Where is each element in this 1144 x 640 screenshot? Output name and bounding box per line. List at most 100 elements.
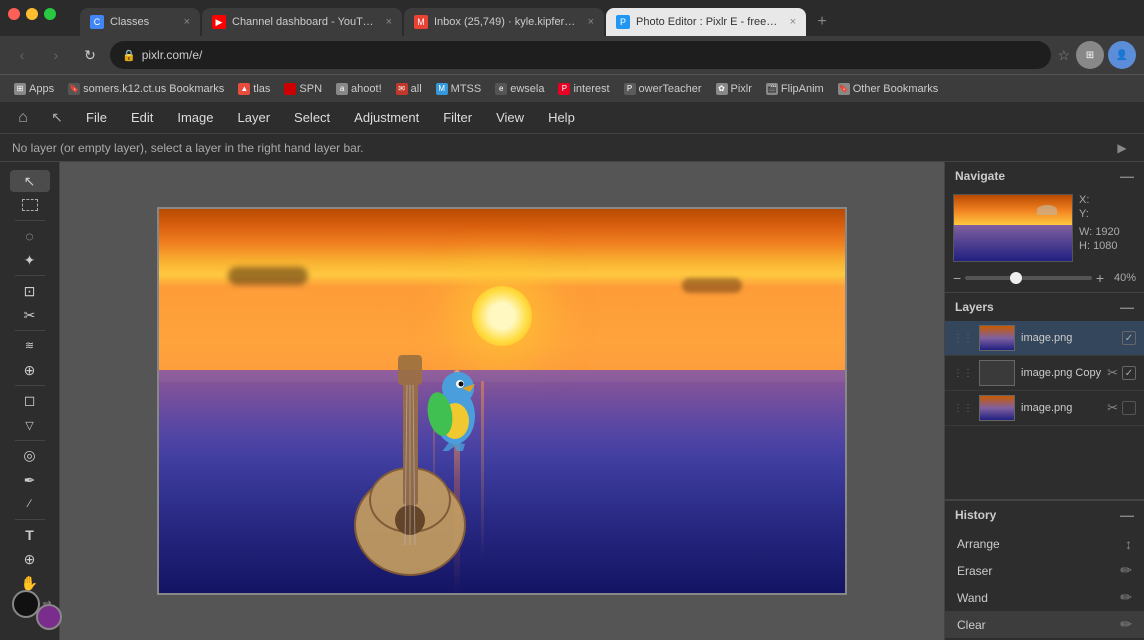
layer-visible-2[interactable]: ✓ [1122,366,1136,380]
move-icon: ↖ [24,173,36,190]
profile-button[interactable]: 👤 [1108,41,1136,69]
dodge-tool[interactable]: ◎ [10,445,50,467]
layer-visible-1[interactable]: ✓ [1122,331,1136,345]
menu-view[interactable]: View [486,106,534,129]
tab-pixlr[interactable]: P Photo Editor : Pixlr E - free ima... × [606,8,806,36]
bookmark-star-icon[interactable]: ☆ [1057,47,1070,64]
menu-help[interactable]: Help [538,106,585,129]
zoom-plus-button[interactable]: + [1096,270,1104,286]
bookmark-favicon-tlas: ▲ [238,83,250,95]
paint-bucket-tool[interactable]: ▽ [10,414,50,436]
bookmark-pixlr[interactable]: ✿ Pixlr [710,81,758,97]
bookmark-favicon-all: ✉ [396,83,408,95]
bookmark-interest[interactable]: P interest [552,81,615,97]
menu-layer[interactable]: Layer [228,106,281,129]
zoom-minus-button[interactable]: − [953,270,961,286]
history-collapse-button[interactable]: — [1120,507,1134,523]
bookmark-favicon-other: 🔖 [838,83,850,95]
history-item-clear[interactable]: Clear ✏ [945,611,1144,638]
reload-button[interactable]: ↻ [76,41,104,69]
tab-close-pixlr[interactable]: × [790,16,796,28]
move-tool[interactable]: ↖ [10,170,50,192]
bookmark-label-powerteacher: owerTeacher [639,83,702,95]
bookmark-ewsela[interactable]: e ewsela [489,81,550,97]
new-tab-button[interactable]: + [808,8,836,36]
eraser-tool[interactable]: ◻ [10,390,50,412]
bookmark-label-spn: SPN [299,83,322,95]
menu-adjustment[interactable]: Adjustment [344,106,429,129]
bookmark-other[interactable]: 🔖 Other Bookmarks [832,81,945,97]
menu-select[interactable]: Select [284,106,340,129]
address-bar[interactable]: 🔒 pixlr.com/e/ [110,41,1051,69]
zoom-thumb[interactable] [1010,272,1022,284]
info-message: No layer (or empty layer), select a laye… [12,141,364,155]
extensions-button[interactable]: ⊞ [1076,41,1104,69]
bookmark-ahoot[interactable]: a ahoot! [330,81,388,97]
bookmark-label-apps: Apps [29,83,54,95]
magic-wand-tool[interactable]: ✦ [10,249,50,271]
layer-item-2[interactable]: ⋮⋮ image.png Copy ✂ ✓ [945,356,1144,391]
canvas-image[interactable] [157,207,847,595]
bookmark-mtss[interactable]: M MTSS [430,81,488,97]
scissors-tool[interactable]: ✂ [10,304,50,326]
bookmark-favicon-ahoot: a [336,83,348,95]
layer-visible-3[interactable] [1122,401,1136,415]
navigate-section: Navigate — X: Y: W: 1920 H: 1080 [945,162,1144,293]
tab-close-classes[interactable]: × [184,16,190,28]
cursor-button[interactable]: ↖ [42,107,72,129]
cloud-element-2 [682,278,742,293]
brush-tool[interactable]: ∕ [10,493,50,515]
pen-tool[interactable]: ✒ [10,469,50,491]
bookmark-apps[interactable]: ⊞ Apps [8,81,60,97]
layer-item-3[interactable]: ⋮⋮ image.png ✂ [945,391,1144,426]
heal-tool[interactable]: ≋ [10,335,50,357]
tab-close-youtube[interactable]: × [386,16,392,28]
minimize-button[interactable] [26,8,38,20]
bookmark-somers[interactable]: 🔖 somers.k12.ct.us Bookmarks [62,81,230,97]
history-item-eraser[interactable]: Eraser ✏ [945,557,1144,584]
tab-classes[interactable]: C Classes × [80,8,200,36]
home-button[interactable]: ⌂ [8,107,38,129]
tab-gmail[interactable]: M Inbox (25,749) · kyle.kipfer@s... × [404,8,604,36]
layers-title: Layers [955,300,994,314]
tab-close-gmail[interactable]: × [588,16,594,28]
back-button[interactable]: ‹ [8,41,36,69]
bookmark-spn[interactable]: SPN [278,81,328,97]
tab-youtube[interactable]: ▶ Channel dashboard - YouTube × [202,8,402,36]
history-item-wand[interactable]: Wand ✏ [945,584,1144,611]
clone-tool[interactable]: ⊕ [10,359,50,381]
bookmark-flipanim[interactable]: 🎬 FlipAnim [760,81,830,97]
marquee-tool[interactable] [10,194,50,216]
layer-item-1[interactable]: ⋮⋮ image.png ✓ [945,321,1144,356]
bookmark-all[interactable]: ✉ all [390,81,428,97]
info-expand-button[interactable]: ▶ [1112,138,1132,158]
tab-label-youtube: Channel dashboard - YouTube [232,16,376,28]
menu-edit[interactable]: Edit [121,106,163,129]
layer-scissors-3[interactable]: ✂ [1107,400,1118,416]
bookmark-tlas[interactable]: ▲ tlas [232,81,276,97]
history-title: History [955,508,996,522]
bookmark-label-mtss: MTSS [451,83,482,95]
toolbar-divider-5 [15,440,45,441]
text-tool[interactable]: T [10,524,50,546]
close-button[interactable] [8,8,20,20]
navigate-collapse-button[interactable]: — [1120,168,1134,184]
menu-image[interactable]: Image [167,106,223,129]
history-item-arrange[interactable]: Arrange ↕ [945,531,1144,557]
crop-tool[interactable]: ⊡ [10,280,50,302]
menu-filter[interactable]: Filter [433,106,482,129]
marquee-icon [22,199,38,211]
zoom-tool[interactable]: ⊕ [10,548,50,570]
tab-label-pixlr: Photo Editor : Pixlr E - free ima... [636,16,780,28]
zoom-slider[interactable] [965,276,1092,280]
bookmark-powerteacher[interactable]: P owerTeacher [618,81,708,97]
canvas-area[interactable] [60,162,944,640]
layer-scissors-2[interactable]: ✂ [1107,365,1118,381]
eraser-icon: ◻ [24,392,36,409]
maximize-button[interactable] [44,8,56,20]
foreground-color[interactable] [12,590,40,618]
layers-collapse-button[interactable]: — [1120,299,1134,315]
lasso-tool[interactable]: ◌ [10,225,50,247]
forward-button[interactable]: › [42,41,70,69]
menu-file[interactable]: File [76,106,117,129]
